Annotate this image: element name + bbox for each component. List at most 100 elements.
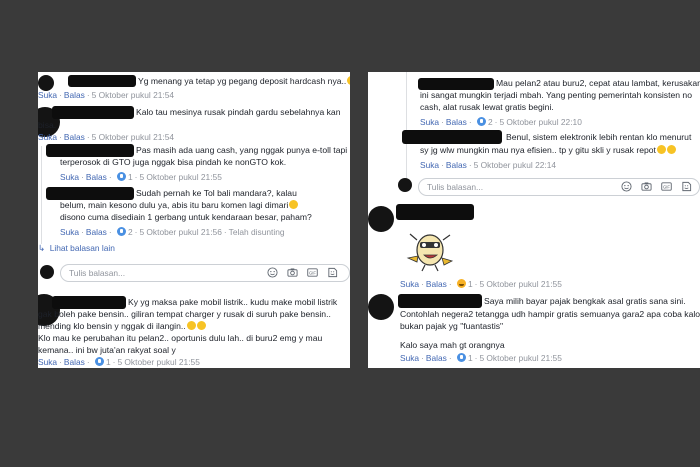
like-link[interactable]: Suka [400,353,419,363]
edited-label[interactable]: Telah disunting [229,227,285,237]
gif-icon[interactable]: GIF [307,267,318,278]
like-reaction-icon[interactable] [476,117,486,126]
timestamp[interactable]: 5 Oktober pukul 21:54 [92,90,174,100]
avatar[interactable] [368,206,394,232]
comment-text: Ky yg maksa pake mobil listrik.. kudu ma… [128,297,338,307]
like-reaction-icon[interactable] [94,357,104,366]
comment-text: Benul, sistem elektronik lebih rentan kl… [506,132,692,142]
reaction-count[interactable]: 1 [468,279,473,289]
timestamp[interactable]: 5 Oktober pukul 21:56 [139,227,221,237]
svg-text:GIF: GIF [663,185,670,190]
sticker-icon[interactable] [681,181,692,192]
comment-actions: Suka · Balas · 1 · 5 Oktober pukul 21:55 [400,353,562,363]
timestamp[interactable]: 5 Oktober pukul 21:55 [479,279,561,289]
sticker-icon[interactable] [327,267,338,278]
redacted-name [52,296,126,309]
cartoon-sticker[interactable] [400,228,456,272]
reply-link[interactable]: Balas [64,357,85,367]
like-link[interactable]: Suka [38,90,57,100]
comment-text: Saya milih bayar pajak bengkak asal grat… [484,296,686,306]
reply-box: GIF [60,264,350,282]
timestamp[interactable]: 5 Oktober pukul 22:10 [499,117,581,127]
like-link[interactable]: Suka [38,132,57,142]
reaction-count[interactable]: 2 [128,227,133,237]
comment-actions: Suka · Balas · 5 Oktober pukul 21:54 [38,90,175,100]
reply-arrow-icon: ↳ [38,243,46,253]
comment-actions: Suka · Balas · 2 · 5 Oktober pukul 22:10 [420,117,582,127]
reply-link[interactable]: Balas [64,132,85,142]
laughing-emoji-icon [347,76,350,85]
timestamp[interactable]: 5 Oktober pukul 21:55 [139,172,221,182]
redacted-name [52,106,134,119]
reply-link[interactable]: Balas [86,172,107,182]
like-reaction-icon[interactable] [116,172,126,181]
svg-text:GIF: GIF [309,271,316,276]
like-link[interactable]: Suka [420,160,439,170]
redacted-name [68,75,136,87]
comment-text: disono cuma disediain 1 gerbang untuk ke… [60,212,312,222]
redacted-name [398,294,482,308]
reply-link[interactable]: Balas [446,160,467,170]
reaction-count[interactable]: 1 [128,172,133,182]
timestamp[interactable]: 5 Oktober pukul 21:54 [92,132,174,142]
like-link[interactable]: Suka [420,117,439,127]
comment-text: Yg menang ya tetap yg pegang deposit har… [138,76,350,87]
reaction-count[interactable]: 1 [106,357,111,367]
laughing-emoji-icon [186,321,196,330]
comment-actions: Suka · Balas · 1 · 5 Oktober pukul 21:55 [60,172,222,182]
timestamp[interactable]: 5 Oktober pukul 22:14 [474,160,556,170]
redacted-name [418,78,494,90]
comment-text: belum, main kesono dulu ya, abis itu bar… [60,200,299,211]
reply-link[interactable]: Balas [64,90,85,100]
reply-link[interactable]: Balas [446,117,467,127]
reply-link[interactable]: Balas [426,279,447,289]
reply-input[interactable] [69,267,209,278]
emoji-icon[interactable] [267,267,278,278]
thread-line [41,146,42,244]
reaction-count[interactable]: 2 [488,117,493,127]
redacted-name [396,204,474,220]
like-reaction-icon[interactable] [116,227,126,236]
laughing-emoji-icon [656,145,666,154]
camera-icon[interactable] [287,267,298,278]
haha-reaction-icon[interactable] [456,279,466,288]
redacted-name [46,187,134,200]
comment-text: Kalo tau mesinya rusak pindah gardu sebe… [136,107,341,117]
like-link[interactable]: Suka [60,172,79,182]
thread-line [406,72,407,182]
more-replies-link[interactable]: ↳ Lihat balasan lain [38,243,115,253]
comment-actions: Suka · Balas · 2 · 5 Oktober pukul 21:56 · Tela… [60,227,285,237]
avatar [398,178,412,192]
timestamp[interactable]: 5 Oktober pukul 21:55 [117,357,199,367]
comment-text: Pas masih ada uang cash, yang nggak puny… [136,145,348,155]
avatar[interactable] [368,294,394,320]
laughing-emoji-icon [196,321,206,330]
comment-text: bukan pajak yg "fuantastis" [400,321,504,331]
like-reaction-icon[interactable] [456,353,466,362]
like-link[interactable]: Suka [60,227,79,237]
reaction-count[interactable]: 1 [468,353,473,363]
laughing-emoji-icon [666,145,676,154]
comment-text: terperosok di GTO juga nggak bisa pindah… [60,157,287,167]
emoji-icon[interactable] [621,181,632,192]
comment-text: kemana.. ini bw juta'an rakyat soal y [38,345,176,355]
like-link[interactable]: Suka [38,357,57,367]
timestamp[interactable]: 5 Oktober pukul 21:55 [479,353,561,363]
avatar[interactable] [38,75,54,91]
redacted-name [402,130,502,144]
reply-link[interactable]: Balas [86,227,107,237]
camera-icon[interactable] [641,181,652,192]
reply-input[interactable] [427,181,567,192]
redacted-name [46,144,134,157]
comment-text: Kalo saya mah gt orangnya [400,340,505,350]
like-link[interactable]: Suka [400,279,419,289]
comment-text: bisa. [38,120,57,130]
reply-link[interactable]: Balas [426,353,447,363]
comment-actions: Suka · Balas · 1 · 5 Oktober pukul 21:55 [400,279,562,289]
comment-panel-right: Mau pelan2 atau buru2, cepat atau lambat… [368,72,700,368]
comment-actions: Suka · Balas · 5 Oktober pukul 21:54 [38,132,175,142]
avatar [40,265,54,279]
comment-panel-left: Yg menang ya tetap yg pegang deposit har… [38,72,350,368]
comment-text: cash, alat rusak lewat gratis begini. [420,102,554,112]
gif-icon[interactable]: GIF [661,181,672,192]
